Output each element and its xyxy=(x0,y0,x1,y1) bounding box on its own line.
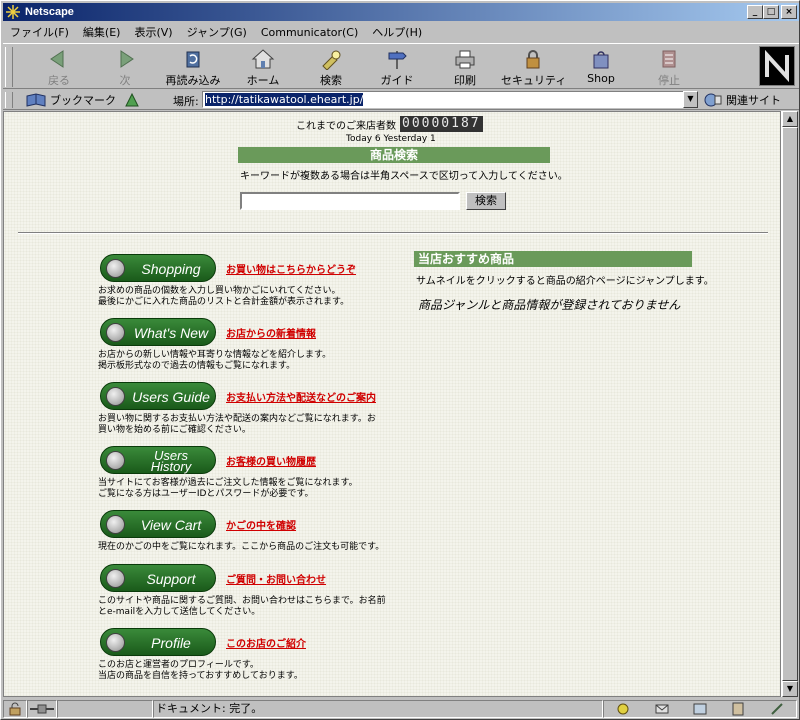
window-title: Netscape xyxy=(25,6,74,18)
view-cart-link[interactable]: かごの中を確認 xyxy=(226,517,296,532)
users-guide-link[interactable]: お支払い方法や配送などのご案内 xyxy=(226,389,376,404)
netscape-app-icon xyxy=(6,5,20,19)
status-text-cell: ドキュメント: 完了。 xyxy=(153,700,603,718)
navigator-icon[interactable] xyxy=(615,701,631,717)
divider xyxy=(18,232,768,234)
shop-button[interactable]: Shop xyxy=(569,48,633,88)
profile-desc: このお店と運営者のプロフィールです。 当店の商品を自信を持っておすすめしておりま… xyxy=(98,660,303,681)
security-status-cell[interactable] xyxy=(3,700,27,718)
recommend-title: 当店おすすめ商品 xyxy=(414,251,692,267)
users-history-link[interactable]: お客様の買い物履歴 xyxy=(226,453,316,468)
netscape-logo[interactable] xyxy=(759,46,795,86)
related-sites-button[interactable]: 関連サイト xyxy=(703,91,781,109)
forward-button[interactable]: 次 xyxy=(93,48,157,88)
profile-pill-button[interactable]: Profile xyxy=(100,628,216,656)
guide-button[interactable]: ガイド xyxy=(365,48,429,88)
recommend-hint: サムネイルをクリックすると商品の紹介ページにジャンプします。 xyxy=(416,276,714,287)
guide-signpost-icon xyxy=(388,51,407,69)
view-cart-pill-button[interactable]: View Cart xyxy=(100,510,216,538)
page-content: これまでのご来店者数 00000187 Today 6 Yesterday 1 … xyxy=(3,111,781,697)
today-yesterday: Today 6 Yesterday 1 xyxy=(346,134,436,144)
menu-view[interactable]: 表示(V) xyxy=(127,24,179,40)
location-label: 場所: xyxy=(173,95,199,108)
address-book-icon[interactable] xyxy=(730,701,746,717)
menu-file[interactable]: ファイル(F) xyxy=(3,24,76,40)
shopping-pill-button[interactable]: Shopping xyxy=(100,254,216,282)
whats-new-link[interactable]: お店からの新着情報 xyxy=(226,325,316,340)
location-grip[interactable] xyxy=(5,92,13,108)
netscape-n-icon xyxy=(760,47,794,85)
stop-icon xyxy=(662,50,676,68)
component-bar xyxy=(603,700,797,718)
maximize-button[interactable]: □ xyxy=(763,5,779,19)
scroll-thumb[interactable] xyxy=(782,127,798,681)
stop-button[interactable]: 停止 xyxy=(637,48,701,88)
profile-link[interactable]: このお店のご紹介 xyxy=(226,635,306,650)
menu-go[interactable]: ジャンプ(G) xyxy=(180,24,254,40)
product-search-title: 商品検索 xyxy=(238,147,550,163)
shop-bag-icon xyxy=(593,51,609,69)
menu-help[interactable]: ヘルプ(H) xyxy=(365,24,429,40)
whats-new-pill-button[interactable]: What's New xyxy=(100,318,216,346)
recommend-empty-message: 商品ジャンルと商品情報が登録されておりません xyxy=(418,298,681,312)
users-history-desc: 当サイトにてお客様が過去にご注文した情報をご覧になれます。 ご覧になる方はユーザ… xyxy=(98,478,358,499)
padlock-icon xyxy=(526,50,540,69)
home-icon xyxy=(251,49,275,69)
menu-edit[interactable]: 編集(E) xyxy=(76,24,128,40)
connection-status-cell xyxy=(27,700,57,718)
security-button[interactable]: セキュリティ xyxy=(501,48,566,88)
related-sites-icon xyxy=(704,93,722,107)
browser-window: Netscape _ □ × ファイル(F) 編集(E) 表示(V) ジャンプ(… xyxy=(0,0,800,720)
visitor-counter: これまでのご来店者数 00000187 xyxy=(296,116,483,132)
url-dropdown-button[interactable]: ▼ xyxy=(683,91,698,108)
reload-button[interactable]: 再読み込み xyxy=(161,48,225,88)
printer-icon xyxy=(455,50,475,69)
toolbar-grip[interactable] xyxy=(5,47,13,87)
counter-digits: 00000187 xyxy=(400,116,483,132)
status-text: ドキュメント: 完了。 xyxy=(156,702,263,715)
keyword-search-input[interactable] xyxy=(240,192,460,210)
minimize-button[interactable]: _ xyxy=(747,5,763,19)
vertical-scrollbar[interactable]: ▲ ▼ xyxy=(781,111,798,697)
users-guide-desc: お買い物に関するお支払い方法や配送の案内などご覧になれます。お 買い物を始める前… xyxy=(98,414,376,435)
shopping-desc: お求めの商品の個数を入力し買い物かごにいれてください。 最後にかごに入れた商品の… xyxy=(98,286,350,307)
support-link[interactable]: ご質問・お問い合わせ xyxy=(226,571,326,586)
bookmark-book-icon xyxy=(26,93,46,107)
close-button[interactable]: × xyxy=(781,5,797,19)
plug-icon xyxy=(30,704,54,714)
status-bar: ドキュメント: 完了。 xyxy=(3,699,799,719)
home-button[interactable]: ホーム xyxy=(231,48,295,88)
shopping-link[interactable]: お買い物はこちらからどうぞ xyxy=(226,261,356,276)
support-desc: このサイトや商品に関するご質問、お問い合わせはこちらまで。お名前 とe-mail… xyxy=(98,596,386,617)
back-arrow-icon xyxy=(50,50,64,68)
view-cart-desc: 現在のかごの中をご覧になれます。ここから商品のご注文も可能です。 xyxy=(98,542,385,552)
users-guide-pill-button[interactable]: Users Guide xyxy=(100,382,216,410)
bookmarks-button[interactable]: ブックマーク xyxy=(25,91,116,109)
security-lock-icon xyxy=(9,702,21,716)
search-hint: キーワードが複数ある場合は半角スペースで区切って入力してください。 xyxy=(240,171,568,182)
navigation-toolbar: 戻る 次 再読み込み ホーム 検索 ガイド 印刷 セキュリティ Shop 停止 xyxy=(3,43,799,89)
search-button[interactable]: 検索 xyxy=(299,48,363,88)
keyword-search-button[interactable]: 検索 xyxy=(466,192,506,210)
url-input[interactable]: http://tatikawatool.eheart.jp/ xyxy=(202,91,685,108)
print-button[interactable]: 印刷 xyxy=(433,48,497,88)
composer-icon[interactable] xyxy=(769,701,785,717)
forward-arrow-icon xyxy=(120,50,134,68)
whats-new-desc: お店からの新しい情報や耳寄りな情報などを紹介します。 掲示板形式なので過去の情報… xyxy=(98,350,332,371)
title-bar: Netscape _ □ × xyxy=(3,3,799,21)
newsgroups-icon[interactable] xyxy=(692,701,708,717)
menu-bar: ファイル(F) 編集(E) 表示(V) ジャンプ(G) Communicator… xyxy=(3,22,799,42)
menu-communicator[interactable]: Communicator(C) xyxy=(254,26,365,39)
reload-icon xyxy=(186,51,200,68)
scroll-up-button[interactable]: ▲ xyxy=(782,111,798,127)
back-button[interactable]: 戻る xyxy=(27,48,91,88)
progress-cell xyxy=(57,700,153,718)
page-proxy-icon[interactable] xyxy=(123,91,141,109)
location-toolbar: ブックマーク 場所: http://tatikawatool.eheart.jp… xyxy=(3,90,799,110)
search-flashlight-icon xyxy=(322,50,341,70)
messenger-icon[interactable] xyxy=(654,701,670,717)
users-history-pill-button[interactable]: Users History xyxy=(100,446,216,474)
support-pill-button[interactable]: Support xyxy=(100,564,216,592)
scroll-down-button[interactable]: ▼ xyxy=(782,681,798,697)
